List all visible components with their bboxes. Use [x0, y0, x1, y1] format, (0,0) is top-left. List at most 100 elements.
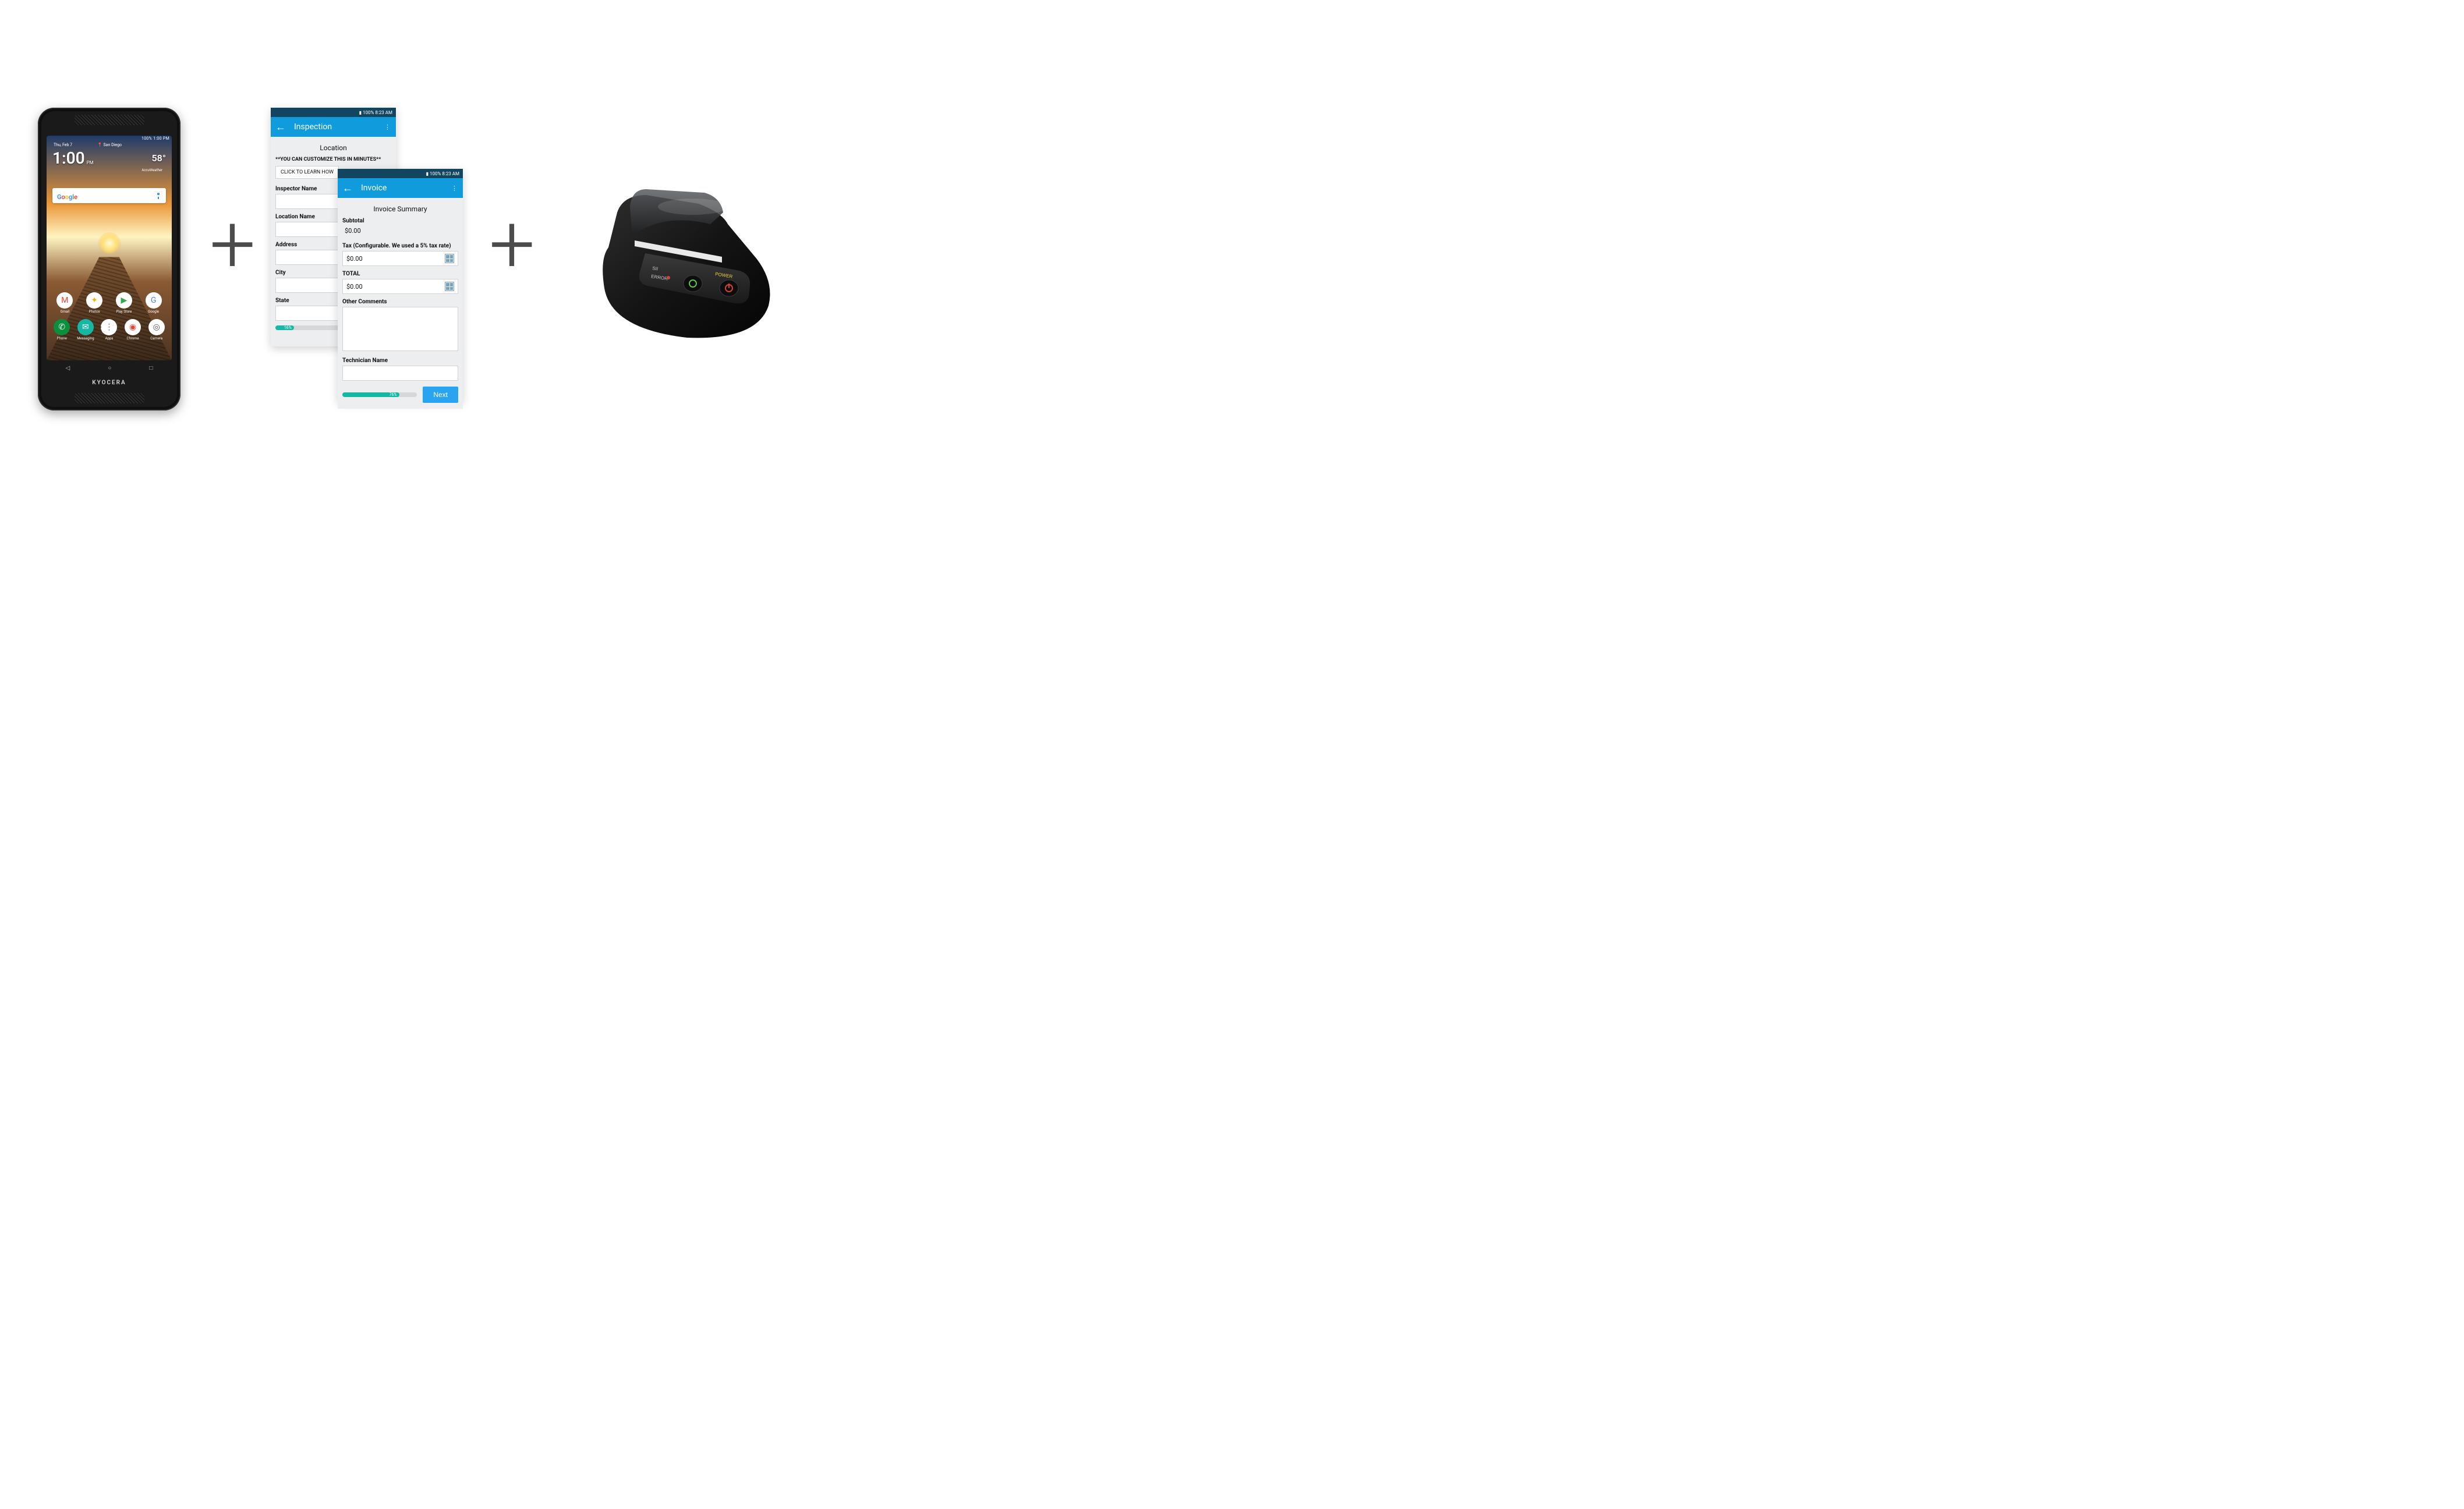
feed-button[interactable] [684, 275, 702, 292]
statusbar: ▮ 100% 8:23 AM [338, 169, 463, 178]
homescreen-clock-row: 1:00 PM 58° [47, 148, 172, 168]
progress-label: 16% [284, 325, 292, 330]
error-led-icon [667, 276, 670, 279]
phone-speaker-top [75, 115, 144, 125]
location-pin-icon: 📍 [97, 143, 102, 147]
rugged-phone: 100% 1:00 PM Thu, Feb 7 📍 San Diego 1:00… [38, 108, 180, 410]
section-title: Invoice Summary [342, 205, 458, 213]
nav-home-icon[interactable]: ○ [108, 365, 111, 371]
mobile-printer: SII ERROR POWER [576, 172, 774, 346]
technician-label: Technician Name [342, 357, 458, 364]
android-nav-keys: ◁ ○ □ [47, 362, 172, 374]
homescreen-time-suffix: PM [87, 160, 94, 165]
customize-note: **YOU CAN CUSTOMIZE THIS IN MINUTES** [275, 157, 391, 162]
app-icon: ✉ [77, 319, 94, 335]
statusbar: ▮ 100% 8:23 AM [271, 108, 396, 117]
tax-label: Tax (Configurable. We used a 5% tax rate… [342, 243, 458, 249]
app-icon: M [56, 292, 73, 309]
overflow-menu-icon[interactable]: ⋮ [451, 185, 458, 192]
app-icon: ✦ [86, 292, 102, 309]
app-phone[interactable]: ✆Phone [51, 319, 72, 341]
comments-field[interactable] [342, 307, 458, 351]
app-label: Phone [51, 336, 72, 341]
plus-icon: + [210, 204, 256, 285]
app-camera[interactable]: ◎Camera [146, 319, 167, 341]
app-label: Play Store [114, 310, 134, 314]
app-bar-title: Invoice [361, 183, 387, 193]
app-bar: ← Invoice ⋮ [338, 178, 463, 198]
app-label: Chrome [122, 336, 143, 341]
canvas: 100% 1:00 PM Thu, Feb 7 📍 San Diego 1:00… [0, 0, 821, 503]
app-icon: ✆ [54, 319, 70, 335]
comments-label: Other Comments [342, 299, 458, 305]
progress-fill: 76% [342, 392, 399, 397]
statusbar-text: 100% 1:00 PM [141, 136, 169, 141]
app-icon: G [146, 292, 162, 309]
highlight [658, 199, 728, 215]
homescreen-time: 1:00 [52, 148, 85, 168]
form-body: Invoice Summary Subtotal $0.00 Tax (Conf… [338, 198, 463, 409]
mic-icon[interactable] [155, 192, 161, 200]
app-gmail[interactable]: MGmail [54, 292, 75, 314]
app-photos[interactable]: ✦Photos [84, 292, 105, 314]
signal-icon: ▮ [426, 171, 429, 176]
total-value: $0.00 [346, 283, 363, 291]
homescreen-date: Thu, Feb 7 [54, 143, 72, 147]
nav-back-icon[interactable]: ◁ [66, 365, 70, 371]
subtotal-label: Subtotal [342, 218, 458, 224]
app-play-store[interactable]: ▶Play Store [114, 292, 134, 314]
app-bar: ← Inspection ⋮ [271, 117, 396, 137]
app-bar-title: Inspection [294, 122, 332, 132]
wallpaper-sun [98, 232, 121, 254]
app-label: Camera [146, 336, 167, 341]
tax-value: $0.00 [346, 255, 363, 263]
learn-how-button[interactable]: CLICK TO LEARN HOW [275, 166, 339, 179]
search-bar[interactable]: Google [52, 188, 166, 203]
app-row-2: ✆Phone✉Messaging⋮⋮⋮Apps◉Chrome◎Camera [47, 319, 172, 341]
app-label: Photos [84, 310, 105, 314]
app-icon: ◎ [148, 319, 165, 335]
back-icon[interactable]: ← [342, 182, 353, 194]
phone-screen[interactable]: 100% 1:00 PM Thu, Feb 7 📍 San Diego 1:00… [47, 136, 172, 360]
app-chrome[interactable]: ◉Chrome [122, 319, 143, 341]
app-label: Apps [98, 336, 119, 341]
technician-field[interactable] [342, 366, 458, 381]
app-label: Gmail [54, 310, 75, 314]
next-button[interactable]: Next [423, 387, 458, 403]
progress-fill: 16% [275, 325, 294, 330]
nav-recent-icon[interactable]: □ [149, 365, 153, 371]
tax-field[interactable]: $0.00 [342, 251, 458, 266]
calculator-icon[interactable] [445, 254, 454, 263]
weather-source: AccuWeather [141, 168, 162, 172]
app-apps[interactable]: ⋮⋮⋮Apps [98, 319, 119, 341]
printer-brand: SII [652, 265, 659, 271]
plus-icon: + [489, 204, 535, 285]
overflow-menu-icon[interactable]: ⋮ [384, 123, 391, 131]
app-row-1: MGmail ✦Photos ▶Play Store GGoogle [47, 292, 172, 314]
progress-bar: 76% [342, 392, 417, 397]
homescreen-location: 📍 San Diego [97, 143, 122, 147]
app-icon: ▶ [116, 292, 132, 309]
app-icon: ◉ [125, 319, 141, 335]
subtotal-value: $0.00 [342, 226, 458, 238]
total-label: TOTAL [342, 271, 458, 277]
phone-body: 100% 1:00 PM Thu, Feb 7 📍 San Diego 1:00… [41, 111, 177, 407]
app-icon: ⋮⋮⋮ [101, 319, 117, 335]
back-icon[interactable]: ← [275, 121, 286, 133]
phone-statusbar: 100% 1:00 PM [141, 136, 169, 141]
app-screenshot-invoice: ▮ 100% 8:23 AM ← Invoice ⋮ Invoice Summa… [338, 169, 463, 402]
total-field[interactable]: $0.00 [342, 279, 458, 294]
progress-label: 76% [390, 392, 397, 397]
homescreen-temperature: 58° [152, 153, 166, 164]
app-label: Google [143, 310, 164, 314]
phone-brand-label: KYOCERA [41, 380, 177, 386]
statusbar-text: 100% 8:23 AM [363, 110, 392, 115]
app-google[interactable]: GGoogle [143, 292, 164, 314]
calculator-icon[interactable] [445, 282, 454, 291]
signal-icon: ▮ [359, 110, 362, 115]
section-title: Location [275, 144, 391, 152]
statusbar-text: 100% 8:23 AM [430, 171, 459, 176]
search-logo: Google [57, 190, 77, 201]
app-messaging[interactable]: ✉Messaging [75, 319, 96, 341]
phone-speaker-bottom [75, 393, 144, 403]
